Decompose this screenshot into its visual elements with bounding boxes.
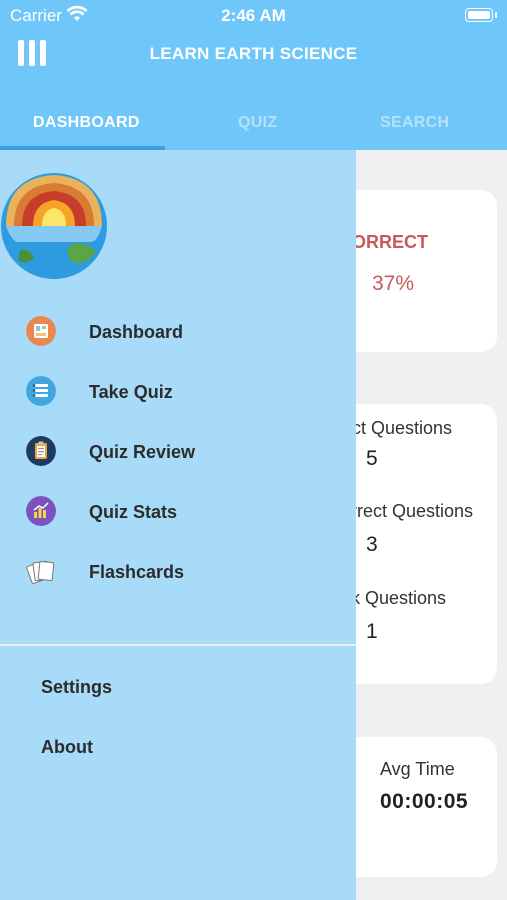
tab-search[interactable]: SEARCH: [380, 114, 449, 132]
dashboard-icon: [26, 316, 56, 346]
bookmark-questions-value: 1: [366, 620, 378, 643]
tab-quiz[interactable]: QUIZ: [238, 114, 277, 132]
incorrect-questions-value: 3: [366, 533, 378, 556]
stats-chart-icon: [26, 496, 56, 526]
correct-questions-value: 5: [366, 447, 378, 470]
drawer-item-label: Quiz Stats: [89, 502, 178, 522]
tab-dashboard[interactable]: DASHBOARD: [33, 114, 140, 132]
drawer-item-about[interactable]: About: [41, 737, 93, 758]
drawer-item-label: Quiz Review: [89, 442, 196, 462]
drawer-item-settings[interactable]: Settings: [41, 677, 112, 698]
earth-core-logo: [1, 173, 107, 279]
drawer-item-take-quiz[interactable]: Take Quiz: [0, 368, 356, 418]
drawer-item-label: Dashboard: [89, 322, 184, 342]
incorrect-value: 37%: [372, 272, 415, 295]
status-time: 2:46 AM: [221, 6, 286, 25]
incorrect-questions-label: rrect Questions: [351, 501, 474, 521]
drawer-item-quiz-stats[interactable]: Quiz Stats: [0, 488, 356, 538]
battery-icon: [465, 8, 497, 22]
app-header: Carrier 2:46 AM LEARN EARTH SCIENCE DASH…: [0, 0, 507, 150]
correct-questions-label: ect Questions: [342, 418, 453, 438]
flashcards-icon: [26, 560, 55, 584]
clipboard-icon: [26, 436, 56, 466]
app-title: LEARN EARTH SCIENCE: [149, 44, 358, 63]
drawer-item-quiz-review[interactable]: Quiz Review: [0, 428, 356, 478]
drawer-item-dashboard[interactable]: Dashboard: [0, 308, 356, 358]
drawer-item-label: Take Quiz: [89, 382, 173, 402]
drawer-divider: [0, 644, 356, 646]
navigation-drawer: Dashboard Take Quiz Quiz Review Quiz Sta…: [0, 150, 356, 900]
take-quiz-icon: [26, 376, 56, 406]
status-bar: Carrier 2:46 AM: [0, 0, 507, 30]
drawer-item-label: Flashcards: [89, 562, 185, 582]
bookmark-questions-label: k Questions: [351, 588, 447, 608]
avg-time-value: 00:00:05: [380, 790, 469, 813]
tab-bar: DASHBOARD QUIZ SEARCH: [0, 100, 507, 150]
avg-time-label: Avg Time: [380, 759, 455, 779]
drawer-item-flashcards[interactable]: Flashcards: [0, 548, 356, 598]
